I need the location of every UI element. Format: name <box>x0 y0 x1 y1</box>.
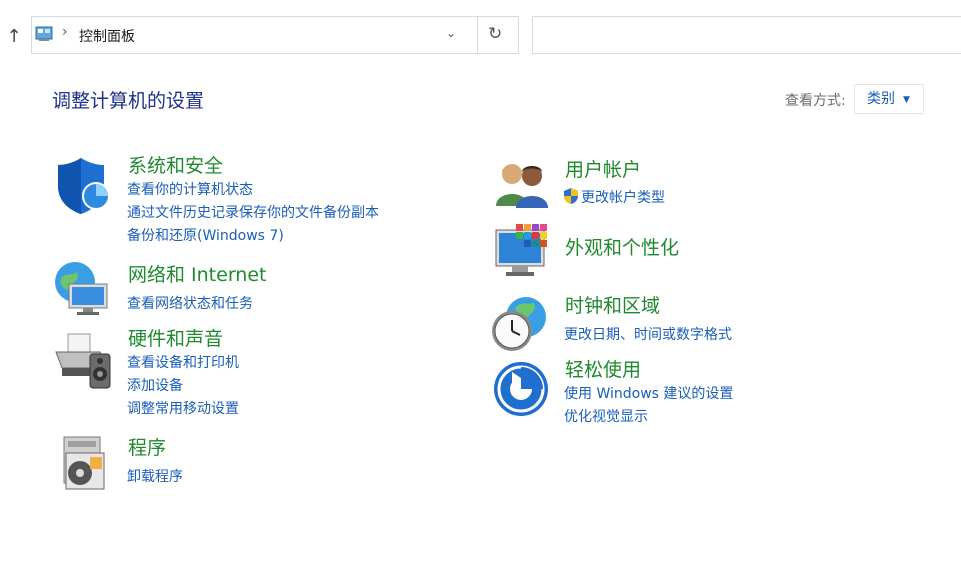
clock-globe-icon[interactable] <box>490 293 550 353</box>
link-mobility-settings[interactable]: 调整常用移动设置 <box>127 398 239 418</box>
uac-shield-icon <box>564 188 578 204</box>
chevron-down-icon[interactable]: ⌄ <box>446 26 456 40</box>
address-location[interactable]: 控制面板 <box>79 26 135 46</box>
category-title[interactable]: 时钟和区域 <box>565 291 660 318</box>
category-title[interactable]: 系统和安全 <box>128 151 223 178</box>
link-network-status[interactable]: 查看网络状态和任务 <box>127 293 253 313</box>
category-title[interactable]: 网络和 Internet <box>128 260 266 287</box>
users-icon[interactable] <box>494 160 550 208</box>
caret-down-icon: ▼ <box>903 95 910 105</box>
link-add-device[interactable]: 添加设备 <box>127 375 183 395</box>
category-title[interactable]: 用户帐户 <box>565 155 641 182</box>
address-bar-area: ↑ › 控制面板 ⌄ ↻ <box>0 0 961 70</box>
category-title[interactable]: 外观和个性化 <box>565 233 679 260</box>
category-title[interactable]: 硬件和声音 <box>128 324 223 351</box>
control-panel-icon <box>35 26 53 41</box>
refresh-icon[interactable]: ↻ <box>488 24 502 44</box>
category-title[interactable]: 程序 <box>128 433 166 460</box>
link-recommended-settings[interactable]: 使用 Windows 建议的设置 <box>564 383 733 403</box>
up-arrow-icon[interactable]: ↑ <box>4 26 24 48</box>
view-by-label: 查看方式: <box>785 93 846 109</box>
search-input[interactable] <box>532 16 961 54</box>
divider <box>477 17 478 53</box>
link-uninstall-program[interactable]: 卸载程序 <box>127 466 183 486</box>
programs-disc-icon[interactable] <box>60 435 108 491</box>
printer-speaker-icon[interactable] <box>54 332 114 390</box>
shield-icon[interactable] <box>55 156 111 216</box>
network-globe-icon[interactable] <box>53 260 113 320</box>
link-backup-restore[interactable]: 备份和还原(Windows 7) <box>127 225 284 245</box>
category-title[interactable]: 轻松使用 <box>565 355 641 382</box>
link-file-history-backup[interactable]: 通过文件历史记录保存你的文件备份副本 <box>127 202 379 222</box>
link-view-computer-status[interactable]: 查看你的计算机状态 <box>127 179 253 199</box>
view-by-value: 类别 <box>867 91 895 107</box>
link-change-date-time-format[interactable]: 更改日期、时间或数字格式 <box>564 324 732 344</box>
link-label: 更改帐户类型 <box>581 190 665 206</box>
link-change-account-type[interactable]: 更改帐户类型 <box>563 187 665 207</box>
address-bar[interactable]: › 控制面板 ⌄ ↻ <box>31 16 519 54</box>
page-title: 调整计算机的设置 <box>52 90 205 112</box>
link-optimize-visual-display[interactable]: 优化视觉显示 <box>564 406 648 426</box>
chevron-right-icon: › <box>62 24 68 40</box>
ease-of-access-icon[interactable] <box>492 360 550 418</box>
link-devices-printers[interactable]: 查看设备和打印机 <box>127 352 239 372</box>
appearance-monitor-icon[interactable] <box>494 222 552 280</box>
view-by-dropdown[interactable]: 类别 ▼ <box>854 84 924 114</box>
